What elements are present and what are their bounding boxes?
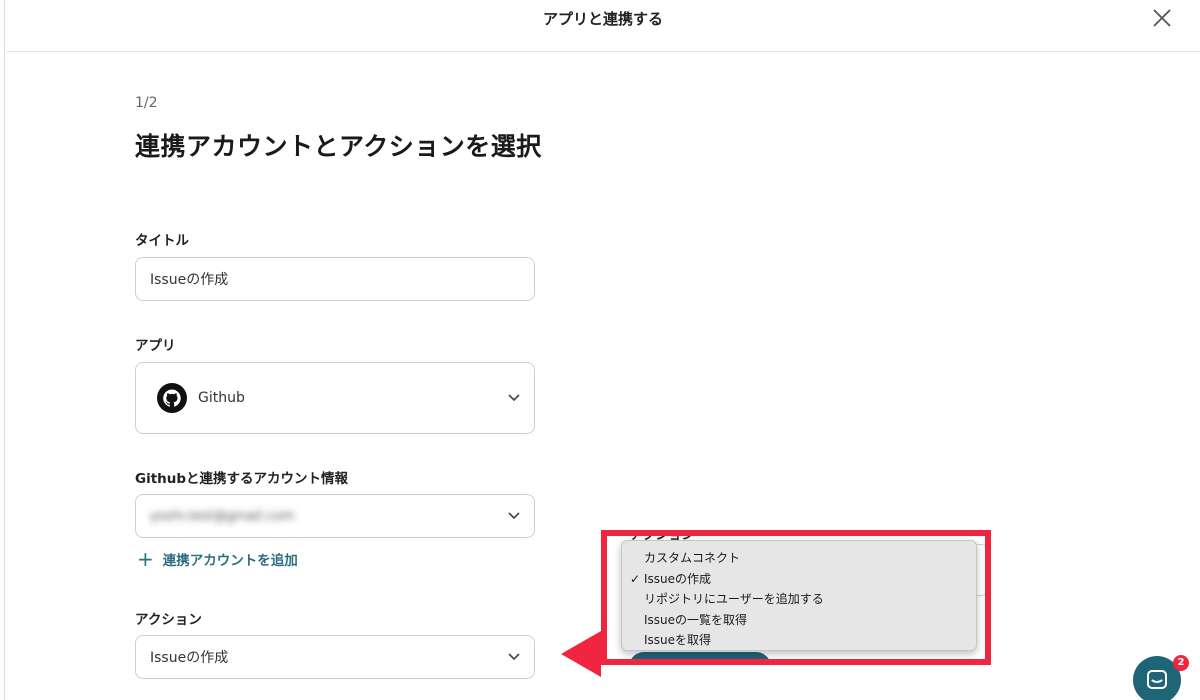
title-input[interactable]: Issueの作成 — [135, 257, 535, 301]
app-select[interactable]: Github — [135, 362, 535, 434]
chat-icon — [1147, 670, 1167, 689]
left-divider — [4, 0, 5, 700]
action-select-value: Issueの作成 — [150, 650, 229, 666]
account-label: Githubと連携するアカウント情報 — [135, 471, 349, 487]
chevron-down-icon — [508, 512, 520, 520]
page-title: 連携アカウントとアクションを選択 — [135, 132, 542, 161]
modal-title: アプリと連携する — [542, 10, 663, 28]
title-label: タイトル — [135, 233, 189, 249]
action-label: アクション — [135, 612, 202, 628]
notification-badge: 2 — [1173, 655, 1189, 671]
title-input-value: Issueの作成 — [150, 272, 229, 288]
close-icon[interactable] — [1150, 6, 1174, 30]
step-indicator: 1/2 — [135, 95, 158, 111]
plus-icon: + — [137, 547, 154, 571]
annotation-arrow — [561, 631, 601, 677]
chevron-down-icon — [508, 653, 520, 661]
annotation-highlight-box — [601, 530, 991, 665]
app-label: アプリ — [135, 338, 176, 354]
account-select-value: yoshi.test@gmail.com — [150, 508, 295, 524]
modal-header: アプリと連携する — [6, 0, 1200, 52]
account-select[interactable]: yoshi.test@gmail.com — [135, 494, 535, 538]
app-select-value: Github — [198, 390, 245, 406]
add-account-label: 連携アカウントを追加 — [162, 553, 298, 569]
action-select[interactable]: Issueの作成 — [135, 635, 535, 679]
chevron-down-icon — [508, 394, 520, 402]
github-icon — [156, 382, 188, 414]
add-account-link[interactable]: + 連携アカウントを追加 — [137, 549, 298, 569]
